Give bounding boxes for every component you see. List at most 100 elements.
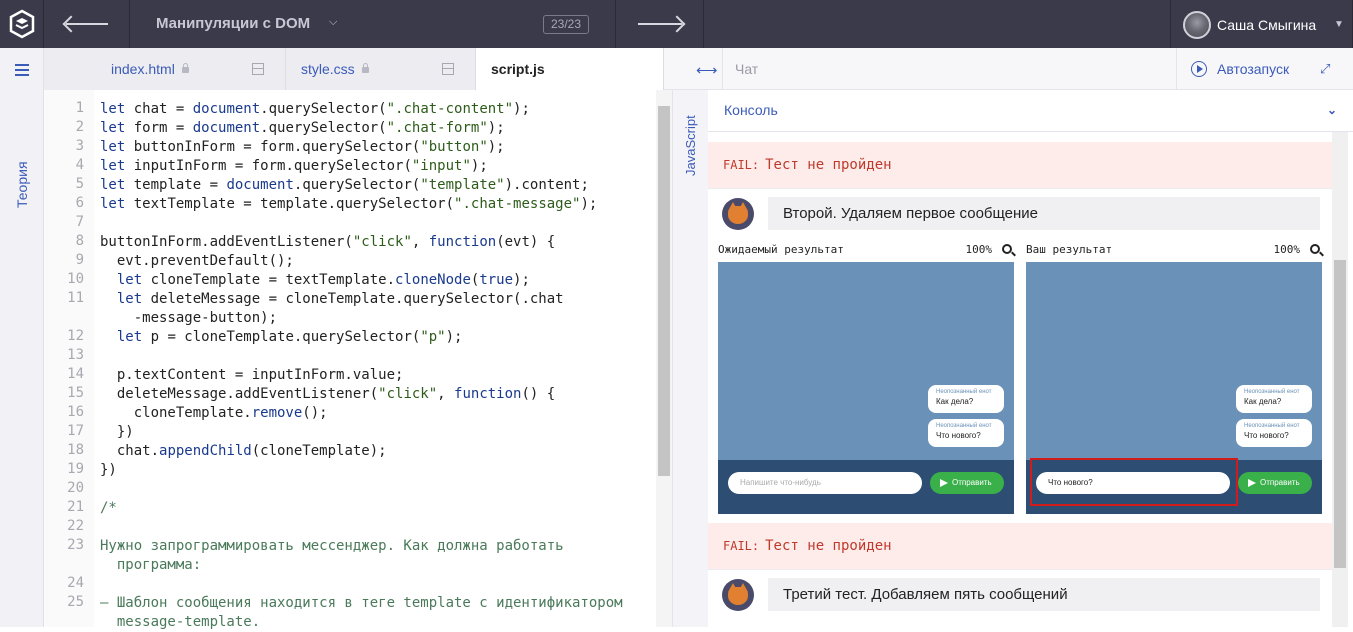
- code-line[interactable]: let buttonInForm = form.querySelector("b…: [100, 138, 623, 157]
- code-line[interactable]: deleteMessage.addEventListener("click", …: [100, 385, 623, 404]
- line-number: 3: [75, 138, 84, 154]
- line-number: 23: [67, 537, 84, 553]
- line-number: 19: [67, 461, 84, 477]
- code-line[interactable]: let textTemplate = template.querySelecto…: [100, 195, 623, 214]
- line-number: 1: [75, 100, 84, 116]
- top-bar: Манипуляции с DOM ⌵ 23/23 Саша Смыгина ▼: [0, 0, 1353, 48]
- code-line[interactable]: Нужно запрограммировать мессенджер. Как …: [100, 537, 623, 556]
- zoom-level: 100%: [965, 243, 993, 256]
- fullscreen-icon[interactable]: ⤢: [1320, 61, 1330, 77]
- code-line[interactable]: let cloneTemplate = textTemplate.cloneNo…: [100, 271, 623, 290]
- code-line[interactable]: cloneTemplate.remove();: [100, 404, 623, 423]
- test-name: Третий тест. Добавляем пять сообщений: [768, 578, 1320, 611]
- code-line[interactable]: программа:: [100, 556, 623, 575]
- fail-banner: FAIL: Тест не пройден: [708, 142, 1332, 188]
- code-line[interactable]: [100, 480, 623, 499]
- collapse-icon[interactable]: [252, 63, 264, 75]
- code-line[interactable]: — Шаблон сообщения находится в теге temp…: [100, 594, 623, 613]
- code-line[interactable]: evt.preventDefault();: [100, 252, 623, 271]
- line-number: 11: [67, 290, 84, 306]
- line-number: 20: [67, 480, 84, 496]
- actual-screenshot: Неопознанный енот Как дела? Неопознанный …: [1026, 262, 1322, 514]
- result-comparison: Ожидаемый результат 100% Неопознанный ен…: [718, 240, 1342, 520]
- line-number: 15: [67, 385, 84, 401]
- code-line[interactable]: }): [100, 423, 623, 442]
- message-text: Как дела?: [936, 397, 974, 406]
- language-bar: JavaScript: [672, 90, 708, 627]
- expected-pane: Ожидаемый результат 100% Неопознанный ен…: [718, 240, 1014, 520]
- preview-toolbar: ⟷ Чат Автозапуск ⤢: [664, 48, 1353, 90]
- code-line[interactable]: [100, 575, 623, 594]
- tab-index-html[interactable]: index.html: [44, 48, 286, 90]
- code-line[interactable]: buttonInForm.addEventListener("click", f…: [100, 233, 623, 252]
- code-line[interactable]: }): [100, 461, 623, 480]
- tab-chat[interactable]: Чат: [722, 48, 1176, 90]
- code-line[interactable]: p.textContent = inputInForm.value;: [100, 366, 623, 385]
- code-line[interactable]: let p = cloneTemplate.querySelector("p")…: [100, 328, 623, 347]
- code-line[interactable]: [100, 347, 623, 366]
- line-number: 22: [67, 518, 84, 534]
- autorun-button[interactable]: Автозапуск: [1176, 48, 1298, 90]
- line-number: 8: [75, 233, 84, 249]
- chat-message: Неопознанный енот Что нового?: [1236, 419, 1312, 447]
- line-number: 6: [75, 195, 84, 211]
- line-number: 14: [67, 366, 84, 382]
- diff-highlight: [1030, 458, 1238, 506]
- lock-icon: [361, 63, 369, 73]
- code-editor[interactable]: 1 2 3 4 5 6 7 8 9 10 11 12 13 14 15 16 17 18 19 20 21 22 23 24 2…: [44, 90, 656, 630]
- collapse-icon[interactable]: [442, 63, 454, 75]
- task-counter: 23/23: [543, 15, 589, 34]
- next-task-button[interactable]: [616, 0, 704, 48]
- actual-header: Ваш результат 100%: [1026, 240, 1322, 260]
- line-number: 21: [67, 499, 84, 515]
- course-title-dropdown[interactable]: Манипуляции с DOM ⌵ 23/23: [130, 0, 616, 48]
- code-line[interactable]: let form = document.querySelector(".chat…: [100, 119, 623, 138]
- actual-pane: Ваш результат 100% Неопознанный енот Как …: [1026, 240, 1322, 520]
- prev-task-button[interactable]: [44, 0, 130, 48]
- code-line[interactable]: chat.appendChild(cloneTemplate);: [100, 442, 623, 461]
- code-line[interactable]: let chat = document.querySelector(".chat…: [100, 100, 623, 119]
- code-line[interactable]: -message-button);: [100, 309, 623, 328]
- editor-scrollbar[interactable]: [656, 90, 672, 627]
- message-author: Неопознанный енот: [1244, 423, 1300, 429]
- theory-tab[interactable]: Теория: [14, 48, 30, 208]
- user-menu[interactable]: Саша Смыгина ▼: [1170, 0, 1353, 48]
- resize-horizontal-icon[interactable]: ⟷: [696, 61, 718, 79]
- console-scrollbar[interactable]: [1332, 132, 1348, 627]
- message-input: Напишите что-нибудь: [728, 472, 922, 494]
- line-number: 5: [75, 176, 84, 192]
- course-title: Манипуляции с DOM: [156, 15, 311, 32]
- tab-script-js[interactable]: script.js: [476, 48, 664, 90]
- tab-label: style.css: [301, 61, 355, 77]
- tab-style-css[interactable]: style.css: [286, 48, 476, 90]
- code-line[interactable]: let inputInForm = form.querySelector("in…: [100, 157, 623, 176]
- code-line[interactable]: let deleteMessage = cloneTemplate.queryS…: [100, 290, 623, 309]
- message-author: Неопознанный енот: [936, 423, 992, 429]
- fail-text: Тест не пройден: [765, 157, 892, 173]
- code-content[interactable]: let chat = document.querySelector(".chat…: [100, 100, 623, 632]
- send-button: Отправить: [930, 472, 1004, 494]
- line-number: 2: [75, 119, 84, 135]
- arrow-left-icon: [66, 23, 108, 25]
- scrollbar-thumb[interactable]: [658, 106, 670, 476]
- code-line[interactable]: message-template.: [100, 613, 623, 632]
- magnifier-icon[interactable]: [1310, 244, 1320, 254]
- line-number: 13: [67, 347, 84, 363]
- actual-label: Ваш результат: [1026, 243, 1113, 256]
- logo[interactable]: [0, 0, 44, 48]
- scrollbar-thumb[interactable]: [1334, 260, 1346, 568]
- code-line[interactable]: [100, 518, 623, 537]
- message-text: Как дела?: [1244, 397, 1282, 406]
- code-line[interactable]: [100, 214, 623, 233]
- chat-message: Неопознанный енот Как дела?: [928, 385, 1004, 413]
- left-sidebar: Теория: [0, 48, 44, 627]
- code-line[interactable]: /*: [100, 499, 623, 518]
- code-line[interactable]: let template = document.querySelector("t…: [100, 176, 623, 195]
- message-text: Что нового?: [1244, 431, 1289, 440]
- tab-label: script.js: [491, 61, 545, 77]
- fail-label: FAIL:: [723, 158, 760, 172]
- chat-message: Неопознанный енот Как дела?: [1236, 385, 1312, 413]
- console-header[interactable]: Консоль ⌄⌄: [708, 90, 1353, 157]
- magnifier-icon[interactable]: [1002, 244, 1012, 254]
- avatar: [1183, 11, 1211, 39]
